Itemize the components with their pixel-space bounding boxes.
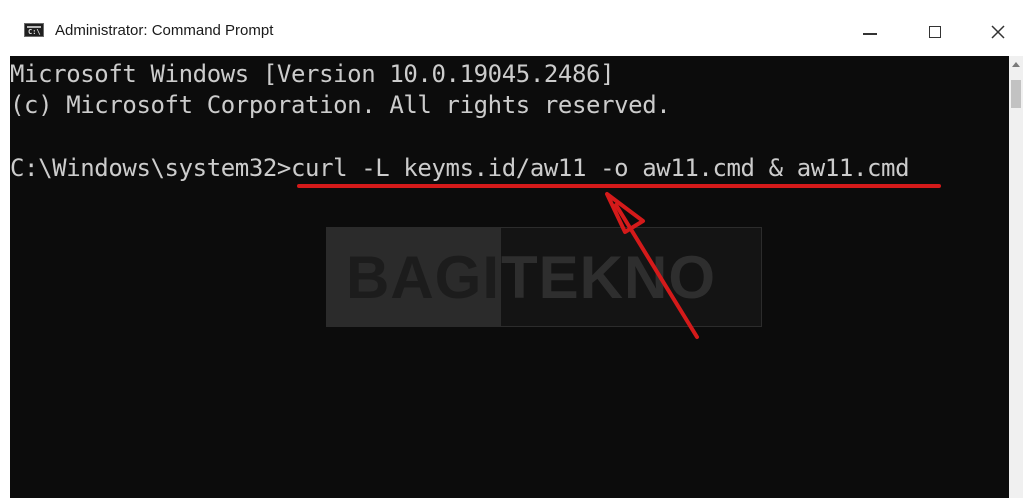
command-highlight-underline [297,184,941,188]
scroll-thumb[interactable] [1011,80,1021,108]
watermark-left-block: BAGI [326,227,500,327]
watermark-text-left: BAGI [346,243,500,311]
vertical-scrollbar[interactable] [1009,56,1023,498]
window-left-frame [0,56,10,498]
close-icon [991,25,1005,39]
console-line-command: C:\Windows\system32>curl -L keyms.id/aw1… [10,154,910,182]
console-line-copyright: (c) Microsoft Corporation. All rights re… [10,91,671,119]
icon-label: C:\ [28,28,41,36]
maximize-button[interactable] [905,14,965,50]
watermark-text-right: TEKNO [501,243,716,311]
title-bar[interactable]: C:\ Administrator: Command Prompt [0,0,1023,57]
command-prompt-icon: C:\ [24,23,44,37]
close-button[interactable] [968,14,1023,50]
console-output[interactable]: Microsoft Windows [Version 10.0.19045.24… [10,56,1009,498]
scroll-up-arrow-icon[interactable] [1012,62,1020,67]
console-line-version: Microsoft Windows [Version 10.0.19045.24… [10,60,615,88]
command-prompt-window: C:\ Administrator: Command Prompt Micros… [0,0,1023,498]
minimize-icon [863,33,877,35]
maximize-icon [929,26,941,38]
window-title: Administrator: Command Prompt [55,22,274,39]
watermark-right-block: TEKNO [500,227,762,327]
watermark: BAGI TEKNO [326,227,762,327]
minimize-button[interactable] [840,14,900,50]
